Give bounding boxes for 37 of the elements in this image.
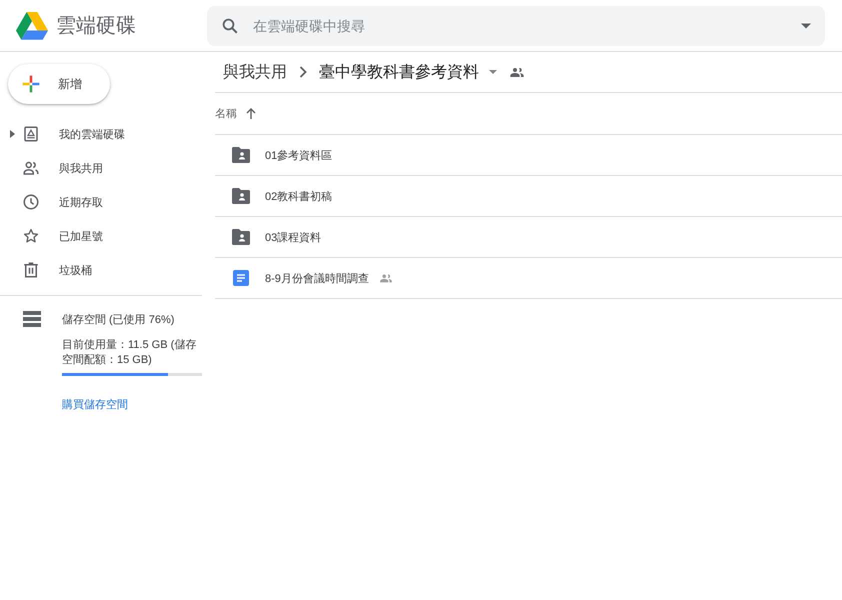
app-title: 雲端硬碟 <box>56 14 137 39</box>
shared-folder-icon <box>232 188 250 204</box>
storage-label: 儲存空間 (已使用 76%) <box>62 312 174 326</box>
drive-icon[interactable] <box>22 125 40 143</box>
sidebar-item[interactable]: 與我共用 <box>59 160 103 176</box>
sidebar-item[interactable]: 已加星號 <box>59 228 103 244</box>
search-icon[interactable] <box>221 16 239 34</box>
trash-icon[interactable] <box>22 261 40 279</box>
star-icon[interactable] <box>22 227 40 245</box>
breadcrumb-item[interactable]: 臺中學教科書參考資料 <box>319 62 479 82</box>
sidebar-item[interactable]: 垃圾桶 <box>59 262 92 278</box>
chevron-icon <box>299 66 307 78</box>
buy-storage-link[interactable]: 購買儲存空間 <box>62 397 128 412</box>
file-name[interactable]: 8-9月份會議時間調查 <box>265 270 369 286</box>
drive-logo-icon[interactable] <box>16 12 48 40</box>
file-name[interactable]: 01參考資料區 <box>265 148 332 162</box>
shared-folder-icon <box>232 147 250 163</box>
storage-usage-text: 目前使用量：11.5 GB (儲存空間配額：15 GB) <box>62 338 198 368</box>
storage-icon <box>23 311 41 327</box>
up-arrow-icon[interactable] <box>246 108 256 119</box>
shared-folder-icon <box>232 229 250 245</box>
search-field[interactable]: 在雲端硬碟中搜尋 <box>251 16 789 34</box>
dropdown-icon[interactable] <box>801 22 811 28</box>
document-icon <box>233 270 249 286</box>
expand-arrow-icon[interactable] <box>10 130 15 138</box>
clock-icon[interactable] <box>22 193 40 211</box>
breadcrumb-item[interactable]: 與我共用 <box>223 62 287 82</box>
new-button[interactable]: 新增 <box>8 64 110 104</box>
dropdown-icon[interactable] <box>489 70 497 74</box>
people-icon[interactable] <box>22 159 40 177</box>
file-name[interactable]: 03課程資料 <box>265 230 322 244</box>
sort-column-header[interactable]: 名稱 <box>215 106 237 121</box>
sidebar-item[interactable]: 近期存取 <box>59 194 103 210</box>
sidebar-item[interactable]: 我的雲端硬碟 <box>59 126 125 142</box>
plus-icon[interactable] <box>21 74 41 94</box>
search-bar[interactable]: 在雲端硬碟中搜尋 <box>207 6 825 46</box>
file-name[interactable]: 02教科書初稿 <box>265 188 332 204</box>
